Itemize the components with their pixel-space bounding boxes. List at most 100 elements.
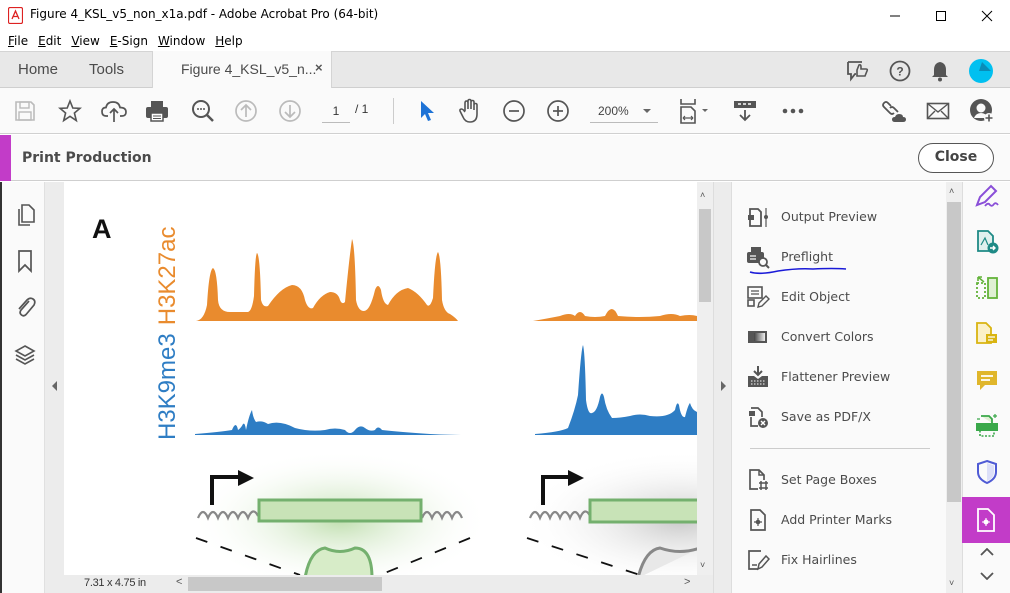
- convert-colors-icon: [748, 331, 767, 343]
- main-toolbar: 1 / 1 200%: [0, 88, 1010, 134]
- right-pane-toggle[interactable]: [713, 182, 732, 593]
- export-pdf-icon: [977, 230, 999, 254]
- rail-fill-sign[interactable]: [973, 182, 1001, 210]
- scroll-left-icon[interactable]: <: [176, 576, 182, 588]
- printer-marks-page-icon: [977, 508, 995, 532]
- document-vertical-scrollbar[interactable]: ˄ ˅: [697, 182, 713, 575]
- rail-scroll-down[interactable]: [973, 562, 1001, 590]
- save-button[interactable]: [11, 97, 39, 125]
- rail-comment[interactable]: [973, 366, 1001, 394]
- rail-protect[interactable]: [973, 458, 1001, 486]
- h3k27ac-track-right: [533, 309, 697, 321]
- select-tool-button[interactable]: [412, 97, 440, 125]
- document-viewport[interactable]: A H3K9me3 H3K27ac: [64, 182, 697, 575]
- tab-tools[interactable]: Tools: [89, 52, 124, 88]
- menu-help[interactable]: Help: [215, 34, 242, 48]
- panel-scroll-down-icon[interactable]: ˅: [949, 578, 954, 588]
- scroll-right-icon[interactable]: >: [684, 576, 690, 588]
- share-user-button[interactable]: [968, 97, 996, 125]
- zoom-in-icon: [547, 100, 569, 122]
- next-page-button[interactable]: [276, 97, 304, 125]
- search-button[interactable]: [189, 97, 217, 125]
- previous-page-button[interactable]: [232, 97, 260, 125]
- zoom-out-button[interactable]: [500, 97, 528, 125]
- notifications-button[interactable]: [927, 58, 953, 84]
- page-size-readout: 7.31 x 4.75 in: [84, 577, 146, 589]
- horizontal-scroll-thumb[interactable]: [188, 577, 382, 591]
- layers-button[interactable]: [12, 342, 38, 368]
- page-fit-button[interactable]: [676, 97, 712, 125]
- tool-output-preview[interactable]: Output Preview: [746, 205, 946, 231]
- tab-home[interactable]: Home: [18, 52, 58, 88]
- print-production-header: Print Production Close: [0, 135, 1010, 181]
- menu-edit[interactable]: Edit: [38, 34, 61, 48]
- panel-scrollbar[interactable]: ˄ ˅: [946, 182, 962, 593]
- vertical-scroll-thumb[interactable]: [699, 209, 711, 302]
- tool-set-page-boxes[interactable]: Set Page Boxes: [746, 468, 946, 494]
- star-icon: [58, 99, 82, 123]
- collapse-right-icon: [721, 381, 726, 391]
- close-window-button[interactable]: [964, 0, 1010, 31]
- rail-print-production-add[interactable]: [973, 412, 1001, 440]
- close-tab-icon[interactable]: ×: [315, 60, 323, 75]
- bookmark-icon: [18, 250, 32, 273]
- zoom-in-button[interactable]: [544, 97, 572, 125]
- share-feedback-button[interactable]: [845, 58, 871, 84]
- set-page-boxes-icon: [749, 469, 768, 490]
- tool-flattener-preview[interactable]: Flattener Preview: [746, 365, 946, 391]
- menu-view[interactable]: View: [71, 34, 99, 48]
- toolbar-divider: [393, 98, 394, 124]
- help-button[interactable]: ?: [887, 58, 913, 84]
- account-avatar[interactable]: [968, 58, 994, 84]
- more-tools-button[interactable]: [779, 97, 807, 125]
- left-pane-toggle[interactable]: [45, 182, 64, 593]
- tool-edit-object[interactable]: Edit Object: [746, 285, 946, 311]
- menu-window[interactable]: Window: [158, 34, 205, 48]
- fill-sign-icon: [975, 184, 999, 207]
- rail-print-production-active[interactable]: [962, 497, 1010, 543]
- label-h3k9me3: H3K9me3: [154, 333, 181, 440]
- hand-icon: [459, 98, 478, 123]
- tool-fix-hairlines[interactable]: Fix Hairlines: [746, 548, 946, 574]
- tool-add-printer-marks[interactable]: Add Printer Marks: [746, 508, 946, 534]
- close-tool-button[interactable]: Close: [918, 143, 994, 173]
- feedback-icon: [847, 61, 869, 82]
- scroll-down-icon[interactable]: ˅: [700, 560, 705, 570]
- left-navigation-pane: [0, 182, 45, 593]
- rail-comment-file[interactable]: [973, 320, 1001, 348]
- tab-document[interactable]: Figure 4_KSL_v5_n... ×: [152, 51, 332, 88]
- page-thumbnails-button[interactable]: [12, 202, 38, 228]
- menu-file[interactable]: File: [8, 34, 28, 48]
- upload-cloud-button[interactable]: [100, 97, 128, 125]
- hand-tool-button[interactable]: [456, 97, 484, 125]
- zoom-level-select[interactable]: 200%: [590, 101, 658, 123]
- scroll-up-icon[interactable]: ˄: [700, 190, 705, 200]
- figure-page: A H3K9me3 H3K27ac: [92, 214, 697, 575]
- tab-bar: Home Tools Figure 4_KSL_v5_n... × ?: [0, 51, 1010, 88]
- bookmark-star-button[interactable]: [56, 97, 84, 125]
- email-button[interactable]: [924, 97, 952, 125]
- panel-scroll-up-icon[interactable]: ˄: [949, 186, 954, 196]
- rail-organize-pages[interactable]: [973, 274, 1001, 302]
- track-label: H3K9me3 H3K27ac: [154, 227, 181, 440]
- add-user-icon: [970, 99, 994, 123]
- tool-label: Edit Object: [781, 289, 850, 304]
- panel-scroll-thumb[interactable]: [947, 202, 961, 502]
- tool-save-as-pdfx[interactable]: Save as PDF/X: [746, 405, 946, 431]
- page-number-input[interactable]: 1: [322, 101, 350, 123]
- tool-convert-colors[interactable]: Convert Colors: [746, 325, 946, 351]
- share-link-button[interactable]: [880, 97, 908, 125]
- attachments-button[interactable]: [12, 294, 38, 320]
- menu-esign[interactable]: E-Sign: [110, 34, 148, 48]
- maximize-button[interactable]: [918, 0, 964, 31]
- rail-export-pdf[interactable]: [973, 228, 1001, 256]
- title-bar: Figure 4_KSL_v5_non_x1a.pdf - Adobe Acro…: [0, 0, 1010, 31]
- panel-divider: [750, 448, 930, 449]
- print-button[interactable]: [143, 97, 171, 125]
- scroll-mode-button[interactable]: [732, 97, 760, 125]
- minimize-button[interactable]: [872, 0, 918, 31]
- save-icon: [15, 101, 35, 121]
- print-production-panel: Output Preview Preflight Edit Object Con…: [732, 182, 946, 593]
- bookmarks-button[interactable]: [12, 248, 38, 274]
- window-title: Figure 4_KSL_v5_non_x1a.pdf - Adobe Acro…: [30, 7, 379, 21]
